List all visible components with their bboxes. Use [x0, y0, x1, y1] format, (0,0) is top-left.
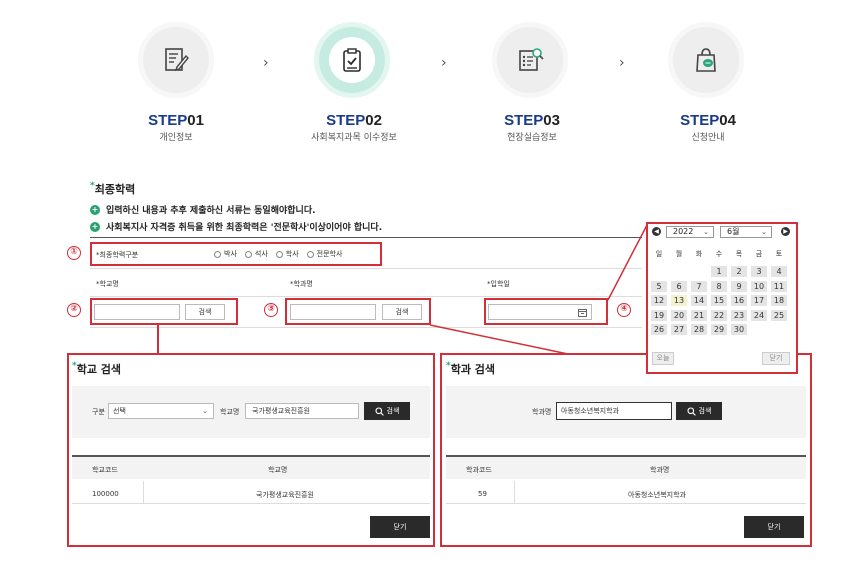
major-row-name[interactable]: 아동청소년복지학과 — [628, 490, 686, 500]
school-code-header: 학교코드 — [92, 466, 118, 474]
school-name-input[interactable]: 국가평생교육진흥원 — [245, 403, 359, 419]
school-type-select[interactable]: 선택 ⌄ — [108, 403, 214, 419]
weekday-header: 금 — [755, 250, 763, 258]
row-divider — [72, 503, 430, 504]
calendar-day[interactable]: 2 — [731, 266, 747, 277]
next-month-button[interactable]: ▶ — [781, 227, 790, 236]
school-row-name[interactable]: 국가평생교육진흥원 — [256, 490, 314, 500]
school-type-label: 구분 — [92, 408, 105, 416]
weekday-header: 수 — [715, 250, 723, 258]
calendar-day[interactable]: 10 — [751, 280, 767, 292]
calendar-day[interactable]: 27 — [671, 324, 687, 335]
chevron-down-icon: ⌄ — [202, 407, 208, 415]
calendar-day[interactable]: 15 — [711, 295, 727, 306]
calendar-close-button[interactable]: 닫기 — [762, 352, 790, 365]
calendar-day[interactable]: 20 — [671, 309, 687, 321]
calendar-day[interactable]: 11 — [771, 280, 787, 292]
school-close-button[interactable]: 닫기 — [370, 516, 430, 538]
calendar-day[interactable]: 14 — [691, 295, 707, 306]
year-select[interactable]: 2022 ⌄ — [666, 226, 714, 238]
major-table-header — [446, 455, 806, 479]
calendar-day[interactable]: 16 — [731, 295, 747, 306]
calendar-day[interactable]: 29 — [711, 324, 727, 335]
row-divider — [446, 503, 806, 504]
search-icon — [374, 406, 384, 416]
calendar-day[interactable]: 22 — [711, 309, 727, 321]
weekday-header: 월 — [675, 250, 683, 258]
calendar-day[interactable]: 23 — [731, 309, 747, 321]
weekday-header: 목 — [735, 250, 743, 258]
calendar-day[interactable]: 9 — [731, 280, 747, 292]
major-name-label: 학과명 — [532, 408, 552, 416]
today-button[interactable]: 오늘 — [652, 352, 674, 365]
school-search-title: *학교 검색 — [72, 361, 122, 376]
weekday-header: 일 — [655, 250, 663, 258]
calendar-day[interactable]: 12 — [651, 295, 667, 306]
calendar-day[interactable]: 25 — [771, 309, 787, 321]
column-divider — [514, 481, 515, 503]
calendar-day[interactable]: 24 — [751, 309, 767, 321]
school-row-code[interactable]: 100000 — [92, 490, 119, 498]
major-row-code[interactable]: 59 — [478, 490, 487, 498]
calendar-day[interactable]: 30 — [731, 324, 747, 335]
school-name-header: 학교명 — [268, 466, 288, 474]
column-divider — [143, 481, 144, 503]
calendar-day[interactable]: 8 — [711, 280, 727, 292]
calendar-day[interactable]: 18 — [771, 295, 787, 306]
calendar-day[interactable]: 5 — [651, 280, 667, 292]
school-search-submit-button[interactable]: 검색 — [364, 402, 410, 420]
major-name-input[interactable]: 아동청소년복지학과 — [556, 402, 672, 420]
search-icon — [686, 406, 696, 416]
weekday-header: 토 — [775, 250, 783, 258]
calendar-day[interactable]: 28 — [691, 324, 707, 335]
major-code-header: 학과코드 — [466, 466, 492, 474]
weekday-header: 화 — [695, 250, 703, 258]
major-name-header: 학과명 — [650, 466, 670, 474]
chevron-down-icon: ⌄ — [761, 228, 767, 236]
major-search-title: *학과 검색 — [446, 361, 496, 376]
calendar-day[interactable]: 26 — [651, 324, 667, 335]
school-table-header — [72, 455, 430, 479]
calendar-day[interactable]: 21 — [691, 309, 707, 321]
calendar-day[interactable]: 6 — [671, 280, 687, 292]
month-select[interactable]: 6월 ⌄ — [720, 226, 772, 238]
calendar-day[interactable]: 3 — [751, 266, 767, 277]
major-close-button[interactable]: 닫기 — [744, 516, 804, 538]
calendar-day[interactable]: 17 — [751, 295, 767, 306]
calendar-day[interactable]: 1 — [711, 266, 727, 277]
prev-month-button[interactable]: ◀ — [652, 227, 661, 236]
major-search-submit-button[interactable]: 검색 — [676, 402, 722, 420]
calendar-day[interactable]: 13 — [671, 295, 687, 306]
calendar-day[interactable]: 4 — [771, 266, 787, 277]
school-name-label: 학교명 — [220, 408, 240, 416]
calendar-day[interactable]: 19 — [651, 309, 667, 321]
chevron-down-icon: ⌄ — [703, 228, 709, 236]
calendar-day[interactable]: 7 — [691, 280, 707, 292]
